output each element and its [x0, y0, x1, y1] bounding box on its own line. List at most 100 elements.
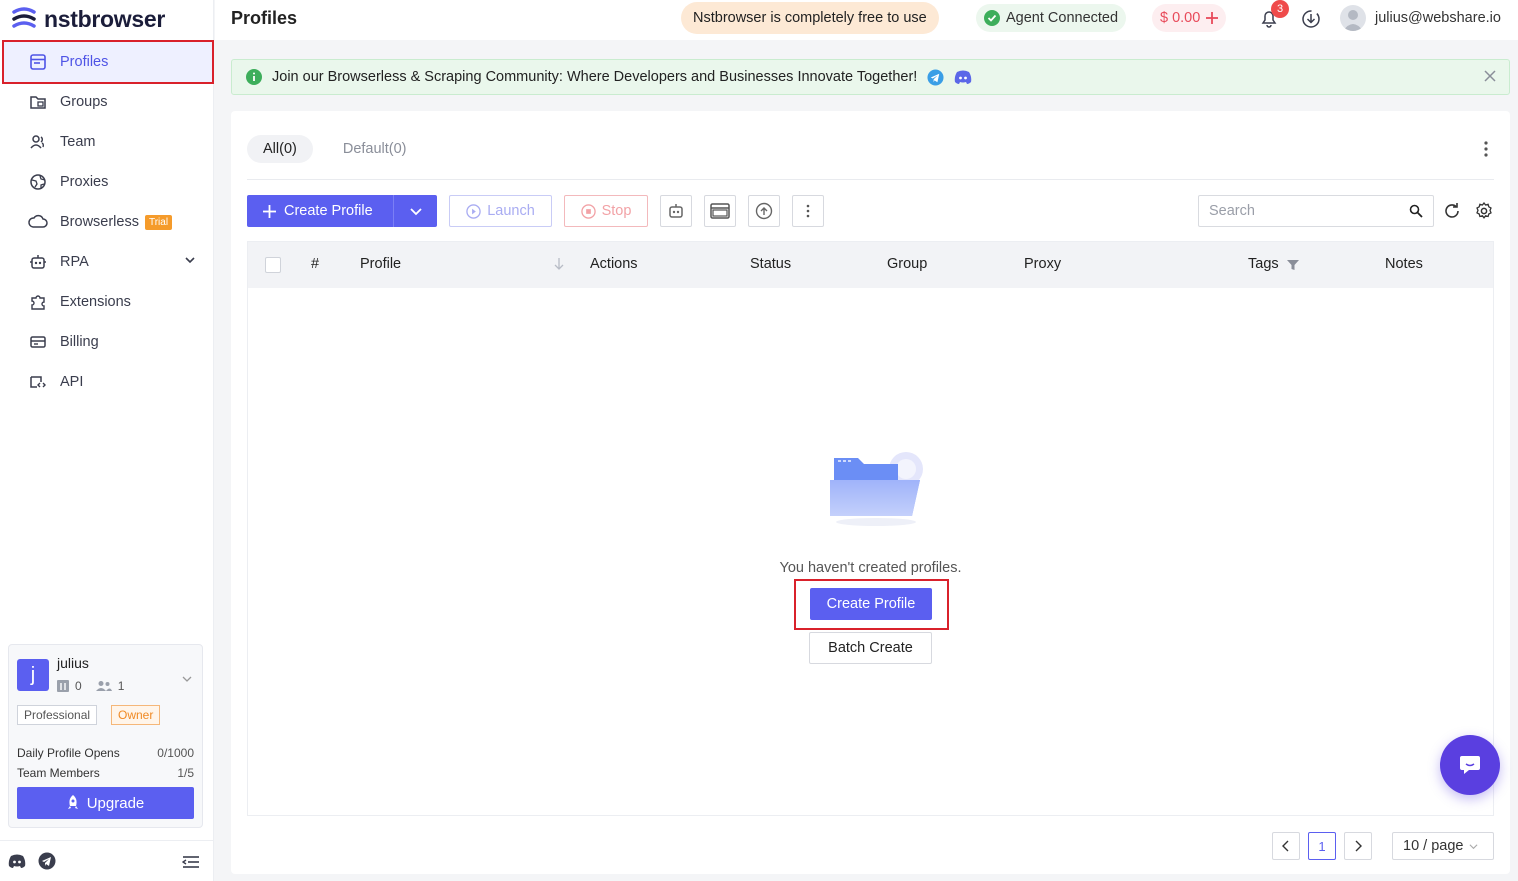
agent-status-pill: Agent Connected — [976, 4, 1127, 32]
avatar: j — [17, 659, 49, 691]
column-header: Tags — [1248, 256, 1279, 272]
brand-name: nstbrowser — [44, 5, 165, 32]
plus-icon — [263, 204, 276, 218]
sidebar-item-rpa[interactable]: RPA — [4, 242, 212, 282]
discord-icon[interactable] — [954, 70, 972, 84]
collapse-sidebar-icon[interactable] — [181, 855, 200, 872]
create-profile-label: Create Profile — [284, 203, 373, 219]
profiles-panel: All(0) Default(0) Create Profile Launch … — [231, 111, 1510, 874]
cloud-icon — [28, 212, 48, 232]
robot-icon — [28, 252, 48, 272]
sidebar-item-label: Proxies — [60, 174, 109, 190]
sidebar-item-label: Browserless — [60, 214, 139, 230]
close-icon[interactable] — [1483, 69, 1497, 87]
browser-window-icon — [710, 203, 730, 219]
tab-all[interactable]: All(0) — [247, 135, 313, 163]
members-icon — [95, 681, 112, 691]
sidebar-item-extensions[interactable]: Extensions — [4, 282, 212, 322]
sidebar-item-profiles[interactable]: Profiles — [2, 40, 214, 84]
robot-icon — [669, 204, 683, 218]
sidebar-nav: Profiles Groups Team Proxies Browserless — [2, 40, 214, 402]
user-name: julius — [57, 655, 89, 671]
sidebar-item-team[interactable]: Team — [4, 122, 212, 162]
chevron-down-icon[interactable] — [182, 671, 192, 687]
column-header: Status — [750, 256, 792, 272]
chevron-down-icon — [1470, 843, 1478, 849]
banner-text: Join our Browserless & Scraping Communit… — [272, 69, 918, 85]
pagination: 1 10 / page — [1272, 832, 1494, 860]
chat-support-button[interactable] — [1440, 735, 1500, 795]
plus-icon[interactable] — [1206, 12, 1219, 24]
page-size-select[interactable]: 10 / page — [1392, 832, 1494, 860]
discord-icon[interactable] — [8, 854, 26, 868]
search-input[interactable]: Search — [1198, 195, 1434, 227]
team-members-value: 1/5 — [177, 766, 194, 780]
sidebar-item-api[interactable]: API — [4, 362, 212, 402]
telegram-icon[interactable] — [927, 68, 944, 86]
rpa-button[interactable] — [660, 195, 692, 227]
create-profile-button[interactable]: Create Profile — [247, 195, 394, 227]
user-avatar-icon[interactable] — [1340, 5, 1366, 31]
upgrade-button[interactable]: Upgrade — [17, 787, 194, 819]
gear-icon[interactable] — [1475, 201, 1493, 223]
launch-button[interactable]: Launch — [449, 195, 552, 227]
chevron-down-icon — [409, 208, 422, 216]
select-all-checkbox[interactable] — [265, 257, 281, 273]
batch-create-button[interactable]: Batch Create — [809, 632, 932, 664]
prev-page-button[interactable] — [1272, 832, 1300, 860]
column-header[interactable]: Profile — [360, 256, 401, 272]
sidebar-item-browserless[interactable]: Browserless Trial — [4, 202, 212, 242]
toolbar: Create Profile Launch Stop Search — [247, 195, 1494, 227]
create-profile-empty-button[interactable]: Create Profile — [810, 588, 932, 620]
column-header: Notes — [1385, 256, 1423, 272]
daily-opens-row: Daily Profile Opens 0/1000 — [17, 743, 194, 763]
sort-down-icon[interactable] — [553, 257, 565, 275]
create-profile-split-button[interactable]: Create Profile — [247, 195, 437, 227]
agent-status-text: Agent Connected — [1006, 10, 1119, 26]
refresh-icon[interactable] — [1443, 202, 1461, 223]
highlight-box: Create Profile — [794, 579, 949, 630]
search-icon[interactable] — [1409, 204, 1423, 218]
create-profile-dropdown[interactable] — [394, 205, 437, 217]
tab-default[interactable]: Default(0) — [327, 135, 423, 163]
sidebar-item-billing[interactable]: Billing — [4, 322, 212, 362]
tab-divider — [247, 179, 1494, 180]
sidebar: nstbrowser Profiles Groups Team Proxies — [0, 0, 214, 881]
next-page-button[interactable] — [1344, 832, 1372, 860]
chevron-right-icon — [1355, 840, 1362, 852]
upgrade-label: Upgrade — [86, 794, 145, 812]
team-icon — [28, 132, 48, 152]
column-header: # — [311, 256, 320, 272]
daily-opens-value: 0/1000 — [157, 746, 194, 760]
user-card: j julius 0 1 Professional Owner Daily Pr… — [8, 644, 203, 828]
sidebar-item-label: API — [60, 374, 84, 390]
upload-button[interactable] — [748, 195, 780, 227]
browser-window-button[interactable] — [704, 195, 736, 227]
sidebar-item-label: RPA — [60, 254, 89, 270]
user-email[interactable]: julius@webshare.io — [1375, 10, 1501, 26]
free-usage-pill: Nstbrowser is completely free to use — [681, 2, 939, 34]
balance-pill[interactable]: $ 0.00 — [1152, 4, 1227, 32]
user-stats: 0 1 — [57, 679, 124, 693]
chevron-left-icon — [1282, 840, 1289, 852]
page-number[interactable]: 1 — [1308, 832, 1336, 860]
profile-tabs: All(0) Default(0) — [247, 135, 423, 163]
download-icon[interactable] — [1301, 9, 1321, 32]
nstbrowser-logo-icon — [12, 7, 36, 28]
telegram-icon[interactable] — [38, 852, 56, 870]
launch-label: Launch — [487, 203, 535, 219]
sidebar-item-proxies[interactable]: Proxies — [4, 162, 212, 202]
more-actions-button[interactable] — [792, 195, 824, 227]
stop-button[interactable]: Stop — [564, 195, 648, 227]
empty-folder-icon — [830, 452, 923, 526]
chevron-down-icon[interactable] — [184, 254, 196, 270]
search-placeholder: Search — [1209, 203, 1255, 219]
more-vertical-icon[interactable] — [1484, 141, 1488, 160]
balance-value: $ 0.00 — [1160, 10, 1201, 26]
brand-logo[interactable]: nstbrowser — [10, 4, 165, 34]
daily-opens-label: Daily Profile Opens — [17, 746, 120, 760]
column-header: Group — [887, 256, 928, 272]
profiles-icon — [28, 52, 48, 72]
filter-icon[interactable] — [1287, 259, 1299, 275]
sidebar-item-groups[interactable]: Groups — [4, 82, 212, 122]
